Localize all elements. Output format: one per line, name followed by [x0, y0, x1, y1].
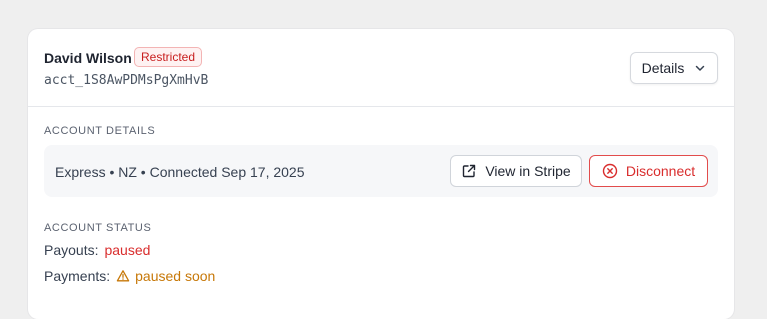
- payments-value-wrap: paused soon: [116, 268, 215, 284]
- view-in-stripe-button[interactable]: View in Stripe: [450, 155, 582, 187]
- details-button[interactable]: Details: [630, 52, 718, 84]
- payments-label: Payments:: [44, 268, 111, 284]
- account-details-box: Express • NZ • Connected Sep 17, 2025 Vi…: [44, 145, 718, 197]
- payments-status-row: Payments: paused soon: [44, 268, 215, 284]
- disconnect-button[interactable]: Disconnect: [589, 155, 708, 187]
- payouts-label: Payouts:: [44, 242, 99, 258]
- x-circle-icon: [602, 163, 618, 179]
- account-name: David Wilson: [44, 50, 132, 66]
- view-in-stripe-label: View in Stripe: [485, 163, 571, 179]
- account-details-heading: ACCOUNT DETAILS: [44, 125, 156, 137]
- payments-value: paused soon: [135, 268, 216, 284]
- status-badge: Restricted: [134, 47, 203, 67]
- account-card: David Wilson Restricted acct_1S8AwPDMsPg…: [28, 29, 734, 319]
- account-header: David Wilson Restricted acct_1S8AwPDMsPg…: [28, 29, 734, 107]
- warning-triangle-icon: [116, 269, 130, 283]
- details-button-label: Details: [641, 60, 685, 76]
- payouts-status-row: Payouts: paused: [44, 242, 150, 258]
- external-link-icon: [461, 163, 477, 179]
- disconnect-label: Disconnect: [625, 163, 696, 179]
- chevron-down-icon: [694, 62, 706, 74]
- account-status-heading: ACCOUNT STATUS: [44, 222, 152, 234]
- account-summary: Express • NZ • Connected Sep 17, 2025: [55, 164, 305, 180]
- payouts-value: paused: [104, 242, 151, 258]
- account-id: acct_1S8AwPDMsPgXmHvB: [44, 73, 209, 88]
